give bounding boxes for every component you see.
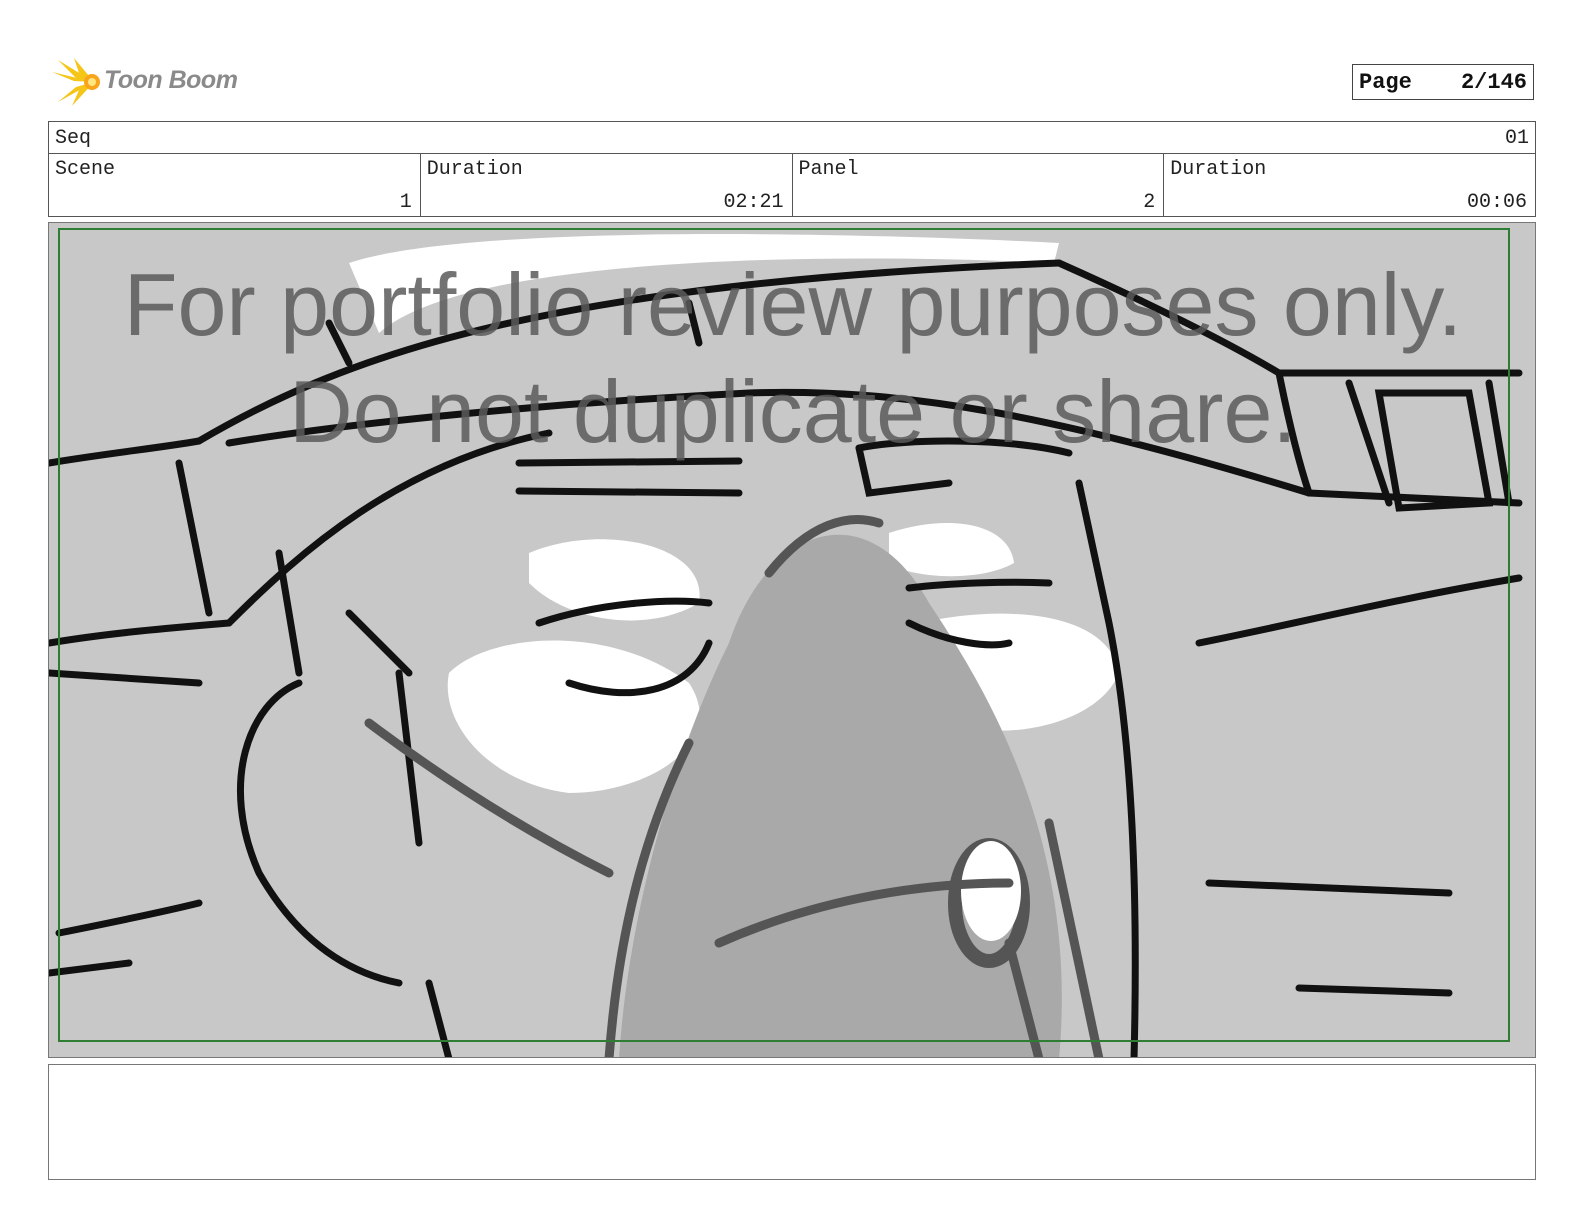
storyboard-panel: For portfolio review purposes only. Do n… [48,222,1536,1058]
page-label: Page [1359,69,1412,95]
seq-value: 01 [1504,127,1529,150]
scene-duration-cell: Duration 02:21 [421,154,793,216]
scene-duration-value: 02:21 [723,191,784,214]
panel-cell: Panel 2 [793,154,1165,216]
seq-label: Seq [55,127,92,150]
info-cells: Scene 1 Duration 02:21 Panel 2 Duration … [49,154,1535,216]
page-indicator: Page 2/146 [1352,64,1534,100]
toon-boom-logo: Toon Boom [50,56,250,108]
panel-notes-box [48,1064,1536,1180]
watermark-line-1: For portfolio review purposes only. [123,255,1463,354]
scene-value: 1 [399,191,412,214]
panel-duration-cell: Duration 00:06 [1164,154,1535,216]
watermark-line-2: Do not duplicate or share. [289,362,1297,461]
scene-duration-label: Duration [426,158,523,181]
panel-duration-label: Duration [1170,158,1267,181]
scene-cell: Scene 1 [49,154,421,216]
seq-row: Seq 01 [49,122,1535,154]
panel-value: 2 [1143,191,1156,214]
panel-info-table: Seq 01 Scene 1 Duration 02:21 Panel 2 Du… [48,121,1536,217]
panel-duration-value: 00:06 [1466,191,1527,214]
panel-label: Panel [798,158,859,181]
starburst-icon [52,58,100,106]
scene-label: Scene [55,158,116,181]
logo-text: Toon Boom [104,66,238,94]
page-number: 2/146 [1460,69,1527,95]
